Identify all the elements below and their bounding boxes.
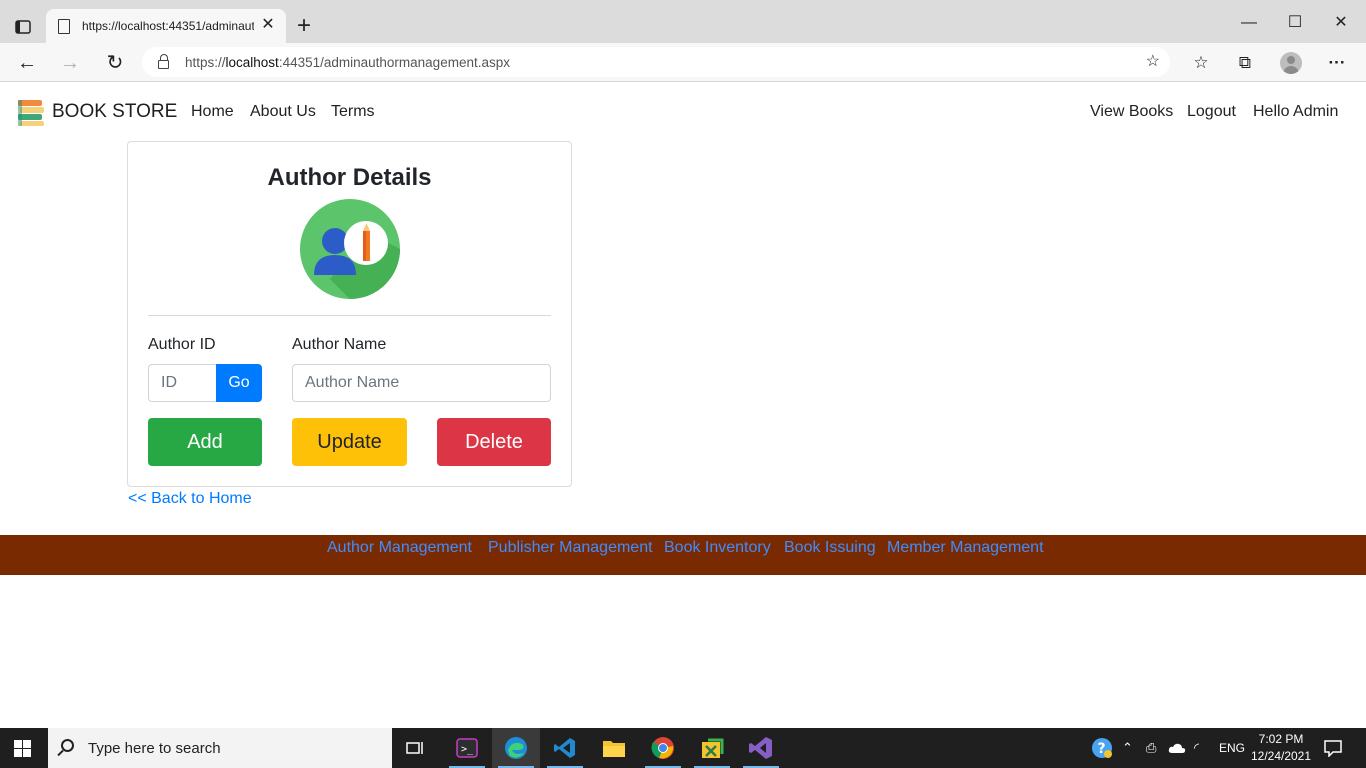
refresh-icon[interactable]: ↻: [102, 50, 128, 76]
card-title: Author Details: [267, 164, 432, 191]
author-id-input[interactable]: ID: [148, 364, 218, 402]
visual-studio-icon[interactable]: [737, 728, 785, 768]
windows-start-icon[interactable]: [14, 740, 31, 757]
taskbar-search-placeholder: Type here to search: [88, 739, 221, 757]
browser-tab-strip: https://localhost:44351/adminauthormanag…: [0, 0, 1366, 43]
notifications-icon[interactable]: [1324, 728, 1342, 768]
nav-hello-admin-link[interactable]: Hello Admin: [1253, 103, 1338, 121]
add-button[interactable]: Add: [148, 418, 262, 466]
footer-publisher-management-link[interactable]: Publisher Management: [488, 539, 653, 557]
author-writer-icon: [300, 199, 400, 299]
books-logo-icon: [18, 100, 44, 126]
maximize-icon[interactable]: ☐: [1284, 12, 1306, 34]
admin-footer: Author Management Publisher Management B…: [0, 535, 1366, 575]
more-options-icon[interactable]: ···: [1326, 52, 1348, 74]
footer-member-management-link[interactable]: Member Management: [887, 539, 1044, 557]
footer-book-issuing-link[interactable]: Book Issuing: [784, 539, 876, 557]
help-icon[interactable]: ?: [1090, 728, 1114, 768]
search-icon: [61, 739, 74, 752]
footer-book-inventory-link[interactable]: Book Inventory: [664, 539, 771, 557]
address-bar[interactable]: https://localhost:44351/adminauthormanag…: [142, 47, 1170, 77]
nav-logout-link[interactable]: Logout: [1187, 103, 1236, 121]
url-prefix: https://: [185, 54, 226, 70]
back-to-home-link[interactable]: << Back to Home: [128, 490, 252, 508]
clock-time: 7:02 PM: [1258, 732, 1304, 746]
nav-home-link[interactable]: Home: [191, 103, 234, 121]
go-button[interactable]: Go: [216, 364, 262, 402]
collections-icon[interactable]: ⧉: [1234, 52, 1256, 74]
author-id-label: Author ID: [148, 336, 216, 353]
chevron-up-icon[interactable]: ⌃: [1122, 728, 1133, 768]
task-view-icon[interactable]: [392, 728, 440, 768]
clock-date: 12/24/2021: [1250, 749, 1312, 763]
meet-now-icon[interactable]: ⎙: [1146, 728, 1156, 768]
system-clock[interactable]: 7:02 PM 12/24/2021: [1246, 731, 1316, 765]
delete-button[interactable]: Delete: [437, 418, 551, 466]
url-rest: :44351/adminauthormanagement.aspx: [278, 54, 510, 70]
lock-icon: [158, 53, 169, 69]
browser-tab-active[interactable]: https://localhost:44351/adminauthormanag…: [46, 9, 286, 43]
profile-avatar[interactable]: [1280, 52, 1302, 74]
svg-text:>_: >_: [461, 744, 474, 755]
site-navbar: BOOK STORE Home About Us Terms View Book…: [0, 82, 1366, 142]
browser-toolbar: ← → ↻ https://localhost:44351/adminautho…: [0, 43, 1366, 82]
nav-view-books-link[interactable]: View Books: [1090, 103, 1173, 121]
nav-terms-link[interactable]: Terms: [331, 103, 375, 121]
wifi-icon[interactable]: ◜: [1194, 728, 1199, 768]
taskbar-search-box[interactable]: Type here to search: [48, 728, 392, 768]
page-icon: [58, 18, 70, 34]
new-tab-icon[interactable]: +: [293, 14, 315, 38]
favorites-icon[interactable]: ☆: [1190, 52, 1212, 74]
nav-about-link[interactable]: About Us: [250, 103, 316, 121]
file-explorer-icon[interactable]: [590, 728, 638, 768]
vscode-icon[interactable]: [541, 728, 589, 768]
edge-browser-icon[interactable]: [492, 728, 540, 768]
brand[interactable]: BOOK STORE: [16, 97, 177, 127]
url-host: localhost: [225, 54, 279, 70]
back-arrow-icon[interactable]: ←: [14, 50, 40, 76]
author-name-label: Author Name: [292, 336, 387, 353]
tab-title: https://localhost:44351/adminauthormanag…: [82, 19, 254, 33]
footer-author-management-link[interactable]: Author Management: [327, 539, 472, 557]
language-indicator[interactable]: ENG: [1219, 728, 1245, 768]
update-button[interactable]: Update: [292, 418, 407, 466]
sql-tool-icon[interactable]: [688, 728, 736, 768]
divider: [148, 315, 551, 316]
author-name-input[interactable]: Author Name: [292, 364, 551, 402]
close-window-icon[interactable]: ✕: [1330, 12, 1352, 34]
chrome-icon[interactable]: [639, 728, 687, 768]
close-tab-icon[interactable]: ✕: [260, 17, 276, 33]
forward-arrow-icon[interactable]: →: [57, 50, 83, 76]
onedrive-cloud-icon[interactable]: [1168, 728, 1186, 768]
windows-taskbar: Type here to search >_ ? ⌃ ⎙ ◜ ENG 7:02 …: [0, 728, 1366, 768]
minimize-icon[interactable]: —: [1238, 12, 1260, 34]
tab-actions-icon[interactable]: [10, 14, 36, 40]
brand-name: BOOK STORE: [52, 101, 178, 122]
author-details-card: Author Details Author ID Author Name ID …: [127, 141, 572, 487]
terminal-app-icon[interactable]: >_: [443, 728, 491, 768]
favorite-add-icon[interactable]: ☆: [1146, 51, 1160, 71]
